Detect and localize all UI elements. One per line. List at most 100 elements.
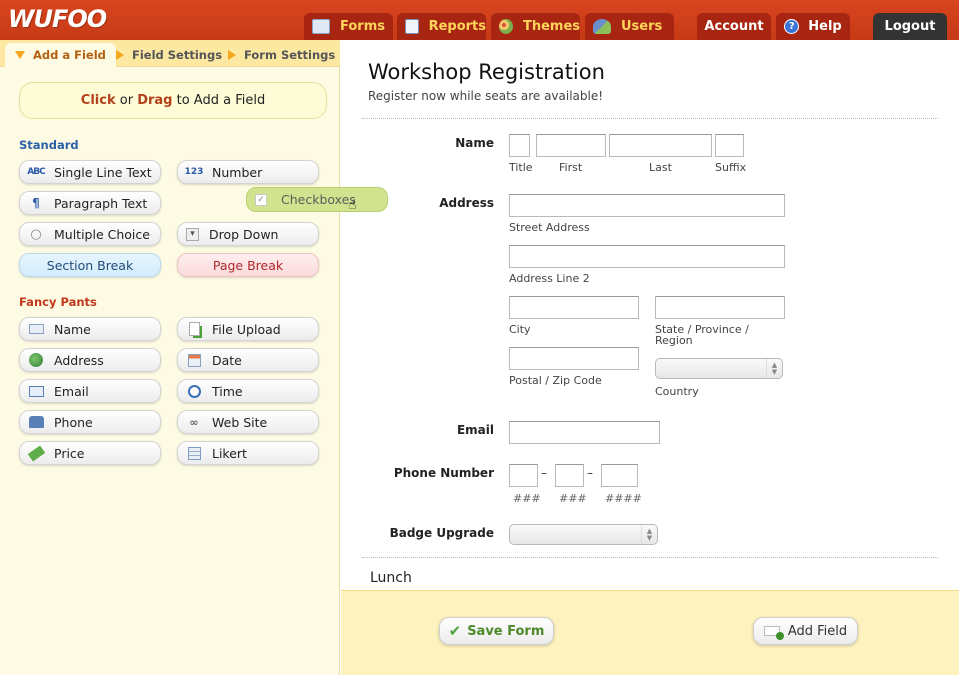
field-palette-panel: Add a Field Field Settings Form Settings… (0, 40, 340, 675)
phone-label: Phone Number (393, 466, 494, 480)
form-description[interactable]: Register now while seats are available! (368, 89, 603, 103)
file-upload-icon (186, 322, 202, 336)
tab-label: Form Settings (244, 48, 336, 62)
field-email[interactable]: Email (19, 379, 161, 403)
forms-icon (312, 19, 330, 34)
nav-tab-reports[interactable]: Reports (397, 13, 486, 40)
field-multiple-choice[interactable]: ○ Multiple Choice (19, 222, 161, 246)
phone-area-input[interactable] (509, 464, 538, 487)
save-form-label: Save Form (467, 623, 545, 639)
state-input[interactable] (655, 296, 785, 319)
field-paragraph-text[interactable]: ¶ Paragraph Text (19, 191, 161, 215)
dropdown-icon: ▾ (186, 227, 199, 241)
add-field-hint: Click or Drag to Add a Field (19, 82, 327, 119)
badge-upgrade-label: Badge Upgrade (389, 526, 494, 540)
nav-tab-label: Forms (340, 19, 385, 34)
name-title-sublabel: Title (509, 161, 533, 174)
field-file-upload[interactable]: File Upload (177, 317, 319, 341)
section-divider (362, 557, 938, 558)
header-divider (362, 118, 938, 119)
zip-sublabel: Postal / Zip Code (509, 374, 602, 387)
name-last-input[interactable] (609, 134, 712, 157)
nav-tab-users[interactable]: Users (585, 13, 674, 40)
name-label: Name (455, 136, 494, 150)
field-number[interactable]: 123 Number (177, 160, 319, 184)
table-icon (186, 446, 202, 460)
tab-label: Add a Field (33, 48, 106, 62)
name-first-sublabel: First (559, 161, 583, 174)
help-label: Help (808, 19, 842, 34)
field-drop-down[interactable]: ▾ Drop Down (177, 222, 319, 246)
field-label: Drop Down (209, 226, 279, 242)
wufoo-logo[interactable]: WUFOO (8, 5, 107, 33)
add-field-icon (763, 626, 784, 640)
help-button[interactable]: ? Help (776, 13, 850, 40)
field-address[interactable]: Address (19, 348, 161, 372)
street-address-sublabel: Street Address (509, 221, 590, 234)
logout-button[interactable]: Logout (873, 13, 947, 40)
form-action-bar: ✔ Save Form Add Field (341, 590, 959, 675)
save-form-button[interactable]: ✔ Save Form (439, 617, 554, 645)
city-input[interactable] (509, 296, 639, 319)
field-section-break[interactable]: Section Break (19, 253, 161, 277)
globe-icon (28, 353, 44, 367)
triangle-down-icon (15, 51, 25, 59)
field-label: Date (212, 352, 242, 368)
add-field-button[interactable]: Add Field (753, 617, 858, 645)
hint-or: or (119, 93, 134, 108)
field-single-line-text[interactable]: ABC Single Line Text (19, 160, 161, 184)
hint-click: Click (80, 93, 116, 108)
name-title-input[interactable] (509, 134, 530, 157)
users-icon (593, 19, 611, 34)
nav-tab-forms[interactable]: Forms (304, 13, 393, 40)
phone-line-input[interactable] (601, 464, 638, 487)
name-suffix-input[interactable] (715, 134, 744, 157)
top-header: WUFOO Forms Reports Themes Users Account… (0, 0, 959, 40)
form-title[interactable]: Workshop Registration (368, 60, 605, 84)
help-icon: ? (784, 19, 800, 34)
lunch-section-title[interactable]: Lunch (370, 570, 412, 586)
email-label: Email (456, 423, 494, 437)
field-label: Likert (212, 445, 247, 461)
name-suffix-sublabel: Suffix (715, 161, 747, 174)
badge-upgrade-select[interactable]: ▲ ▼ (509, 524, 658, 545)
themes-palette-icon (499, 19, 513, 34)
hint-rest: to Add a Field (176, 93, 266, 108)
tab-add-a-field[interactable]: Add a Field (5, 43, 116, 67)
triangle-right-icon (228, 50, 236, 60)
field-label: Phone (54, 414, 93, 430)
tab-field-settings[interactable]: Field Settings (116, 43, 222, 67)
checkbox-icon: ✓ (255, 193, 267, 206)
field-label: Web Site (212, 414, 268, 430)
field-web-site[interactable]: ∞ Web Site (177, 410, 319, 434)
field-price[interactable]: Price (19, 441, 161, 465)
field-page-break[interactable]: Page Break (177, 253, 319, 277)
checkmark-icon: ✔ (448, 622, 462, 640)
field-phone[interactable]: Phone (19, 410, 161, 434)
state-sublabel: State / Province / Region (655, 323, 749, 347)
street-address-input[interactable] (509, 194, 785, 217)
number-icon: 123 (184, 167, 204, 177)
triangle-right-icon (116, 50, 124, 60)
phone-prefix-input[interactable] (555, 464, 584, 487)
country-select[interactable]: ▲ ▼ (655, 358, 783, 379)
email-input[interactable] (509, 421, 660, 444)
field-name[interactable]: Name (19, 317, 161, 341)
field-date[interactable]: Date (177, 348, 319, 372)
name-first-input[interactable] (536, 134, 606, 157)
city-sublabel: City (509, 323, 531, 336)
link-icon: ∞ (189, 415, 199, 429)
nav-tab-themes[interactable]: Themes (491, 13, 580, 40)
field-time[interactable]: Time (177, 379, 319, 403)
reports-icon (405, 19, 419, 34)
field-label: Name (54, 321, 91, 337)
address-line2-input[interactable] (509, 245, 785, 268)
field-likert[interactable]: Likert (177, 441, 319, 465)
zip-input[interactable] (509, 347, 639, 370)
field-label: Multiple Choice (54, 226, 150, 242)
clock-icon (186, 384, 202, 398)
account-button[interactable]: Account (697, 13, 771, 40)
tab-form-settings[interactable]: Form Settings (228, 43, 335, 67)
phone-icon (28, 415, 44, 429)
select-arrows-icon: ▲ ▼ (641, 525, 657, 544)
